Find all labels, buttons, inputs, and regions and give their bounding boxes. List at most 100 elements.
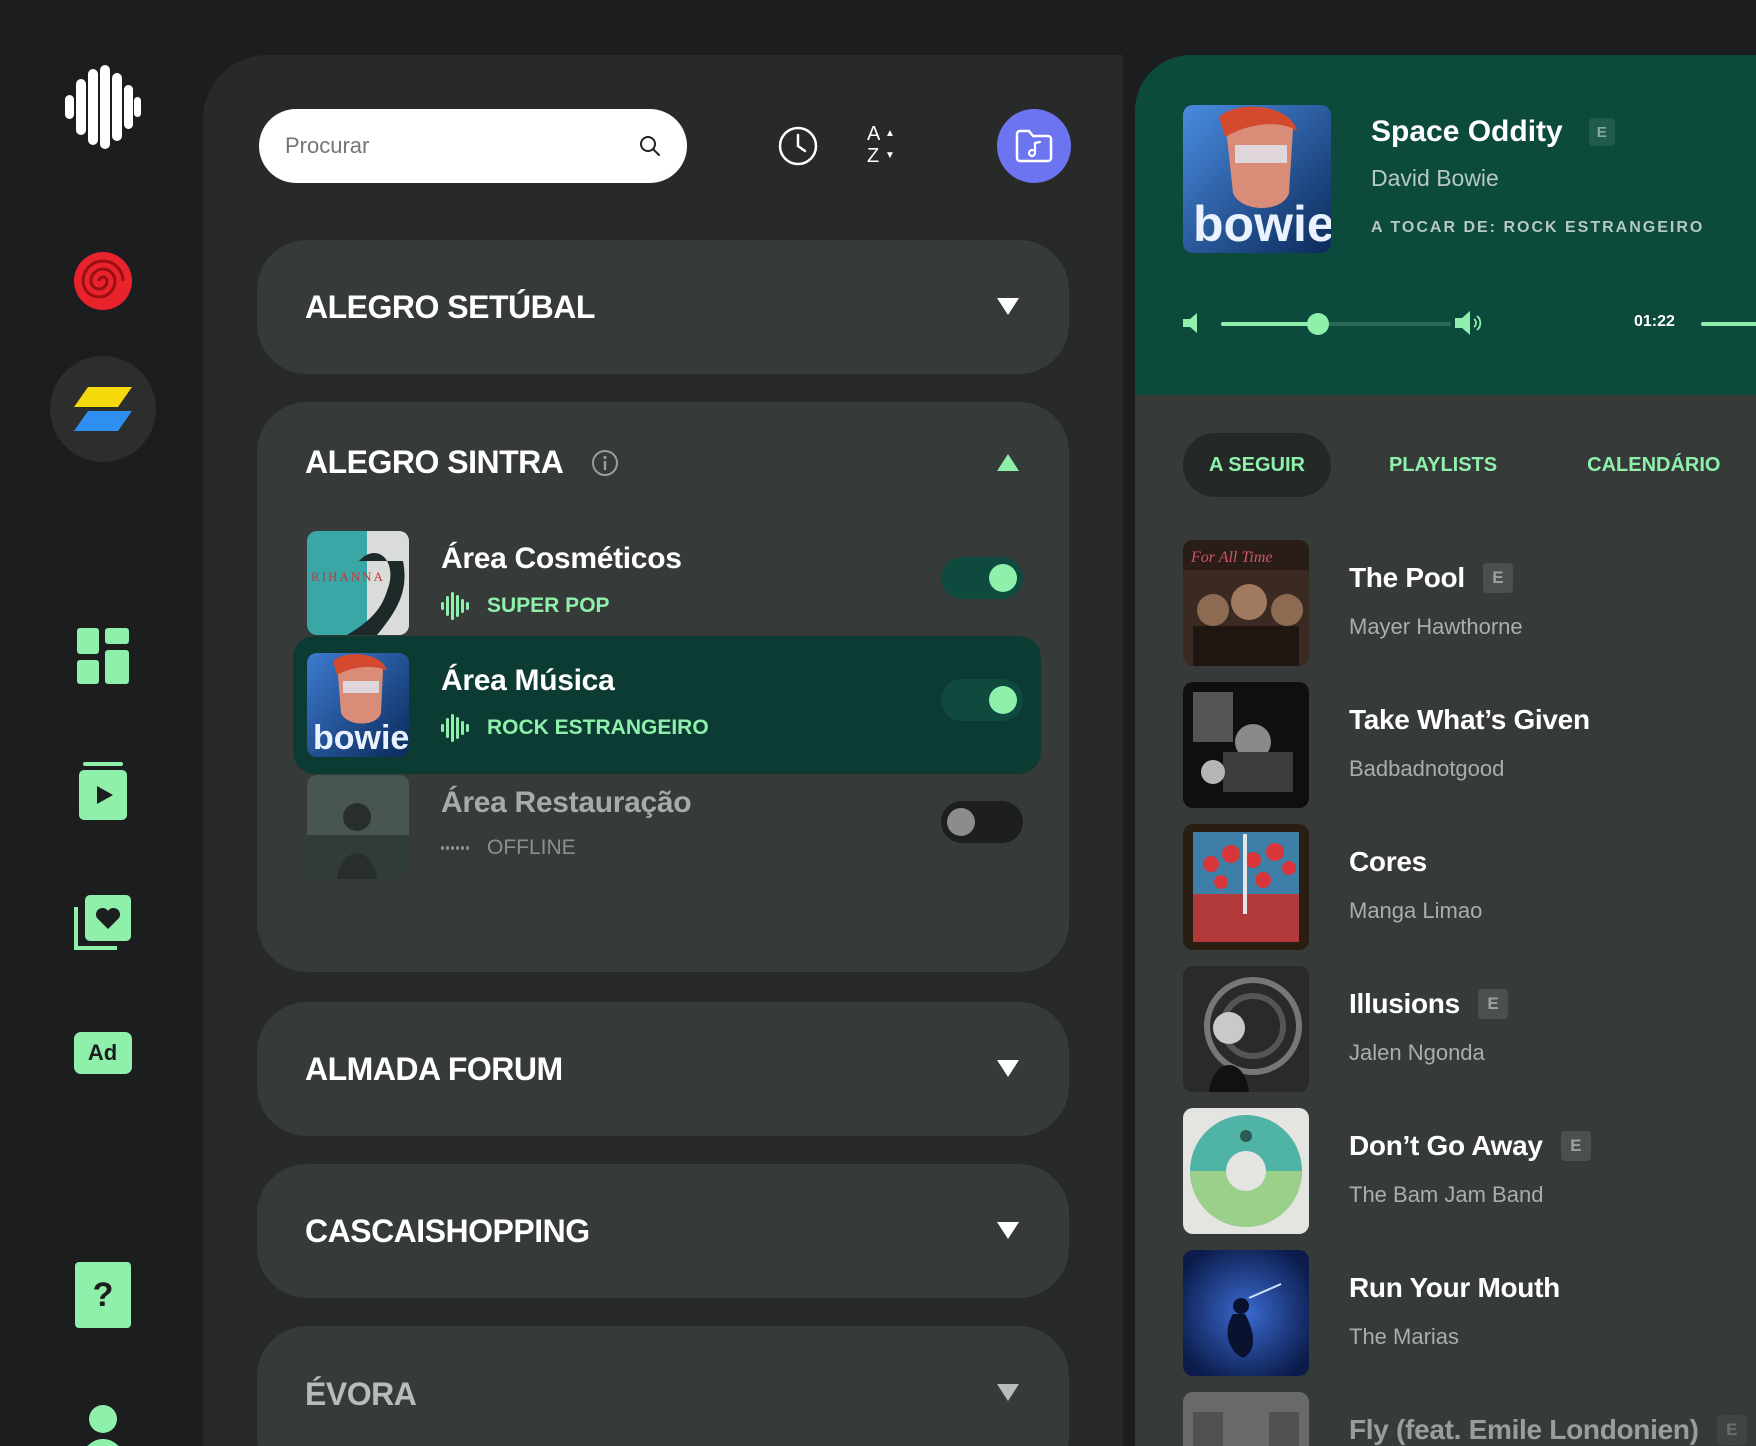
track-title: Fly (feat. Emile Londonien) xyxy=(1349,1414,1699,1445)
zone-name: Área Música xyxy=(441,664,615,697)
svg-text:For All Time: For All Time xyxy=(1190,549,1273,566)
location-card[interactable]: ALEGRO SETÚBAL xyxy=(257,240,1069,374)
zone-playlist: ROCK ESTRANGEIRO xyxy=(487,716,709,739)
track-artist: Mayer Hawthorne xyxy=(1349,614,1523,639)
zone-row-offline[interactable]: Área Restauração OFFLINE xyxy=(293,758,1041,896)
queue-item[interactable]: Cores Manga Limao xyxy=(1183,824,1756,950)
music-folder-icon xyxy=(1015,129,1053,163)
location-name: ALMADA FORUM xyxy=(305,1050,563,1087)
location-card[interactable]: CASCAISHOPPING xyxy=(257,1164,1069,1298)
music-folder-button[interactable] xyxy=(997,109,1071,183)
sidebar: Ad ? xyxy=(0,0,205,1446)
ad-icon[interactable]: Ad xyxy=(73,1032,132,1074)
track-artist: Jalen Ngonda xyxy=(1349,1040,1485,1065)
location-card[interactable]: ÉVORA xyxy=(257,1326,1069,1446)
playlist-play-icon[interactable] xyxy=(78,762,128,820)
zone-toggle[interactable] xyxy=(941,801,1023,843)
tab-calendario[interactable]: CALENDÁRIO xyxy=(1561,433,1746,497)
zone-playlist: OFFLINE xyxy=(487,836,576,859)
explicit-badge: E xyxy=(1477,989,1508,1019)
toggle-knob xyxy=(989,564,1017,592)
zone-toggle[interactable] xyxy=(941,557,1023,599)
zone-row[interactable]: RIHANNA Área Cosméticos SUPER POP xyxy=(293,514,1041,652)
queue-item[interactable]: For All Time The Pool E Mayer Hawthorne xyxy=(1183,540,1756,666)
chevron-down-icon[interactable] xyxy=(997,298,1019,315)
queue-item[interactable]: Run Your Mouth The Marias xyxy=(1183,1250,1756,1376)
lightning-icon[interactable] xyxy=(49,356,156,462)
album-art-bowie: bowie xyxy=(307,653,409,757)
queue-item[interactable]: Illusions E Jalen Ngonda xyxy=(1183,966,1756,1092)
search-input[interactable] xyxy=(285,133,639,159)
queue-item[interactable]: Take What’s Given Badbadnotgood xyxy=(1183,682,1756,808)
explicit-badge: E xyxy=(1716,1415,1747,1445)
album-art-rihanna: RIHANNA xyxy=(307,531,409,635)
location-name: CASCAISHOPPING xyxy=(305,1212,590,1249)
track-artist: Badbadnotgood xyxy=(1349,756,1505,781)
queue-item[interactable]: Don’t Go Away E The Bam Jam Band xyxy=(1183,1108,1756,1234)
album-art xyxy=(1183,1392,1309,1446)
zone-name: Área Restauração xyxy=(441,786,692,819)
brand-waveform-icon[interactable] xyxy=(58,62,148,152)
toggle-knob xyxy=(947,808,975,836)
player-panel: bowie Space Oddity E David Bowie A TOCAR… xyxy=(1135,55,1756,1446)
location-name: ALEGRO SETÚBAL xyxy=(305,288,595,325)
location-name: ALEGRO SINTRA xyxy=(305,444,564,480)
explicit-badge: E xyxy=(1560,1131,1591,1161)
zone-row-active[interactable]: bowie Área Música ROCK ESTRANGEIRO xyxy=(293,636,1041,774)
chevron-up-icon[interactable] xyxy=(997,454,1019,471)
search-bar[interactable] xyxy=(259,109,687,183)
album-art-restauracao xyxy=(307,775,409,879)
queue-item[interactable]: Fly (feat. Emile Londonien) E xyxy=(1183,1392,1756,1446)
zone-toggle[interactable] xyxy=(941,679,1023,721)
search-icon[interactable] xyxy=(639,135,661,157)
track-artist: The Bam Jam Band xyxy=(1349,1182,1544,1207)
clock-icon[interactable] xyxy=(777,125,819,167)
explicit-badge: E xyxy=(1482,563,1513,593)
spiral-icon[interactable] xyxy=(68,246,138,316)
track-title: Don’t Go Away xyxy=(1349,1130,1543,1161)
chevron-down-icon[interactable] xyxy=(997,1060,1019,1077)
now-playing-title: Space Oddity xyxy=(1371,115,1563,148)
sort-top-letter: A xyxy=(867,123,881,145)
now-playing-artist: David Bowie xyxy=(1371,165,1499,191)
chevron-down-icon[interactable] xyxy=(997,1222,1019,1239)
chevron-down-icon[interactable] xyxy=(997,1384,1019,1401)
track-title: Run Your Mouth xyxy=(1349,1272,1560,1303)
dashboard-grid-icon[interactable] xyxy=(76,628,129,684)
playback-time: 01:22 xyxy=(1634,313,1675,330)
now-playing-source: A TOCAR DE: ROCK ESTRANGEIRO xyxy=(1371,219,1705,236)
volume-low-icon[interactable] xyxy=(1181,311,1205,335)
sort-up-icon: ▲ xyxy=(885,128,895,139)
volume-fill xyxy=(1221,322,1318,326)
waveform-icon xyxy=(441,714,469,742)
user-icon[interactable] xyxy=(80,1405,126,1446)
progress-bar[interactable] xyxy=(1701,322,1756,326)
volume-high-icon[interactable] xyxy=(1453,309,1485,337)
zone-name: Área Cosméticos xyxy=(441,542,682,575)
location-card[interactable]: ALMADA FORUM xyxy=(257,1002,1069,1136)
svg-text:RIHANNA: RIHANNA xyxy=(311,569,385,584)
location-name: ÉVORA xyxy=(305,1376,417,1412)
sort-bottom-letter: Z xyxy=(867,145,880,167)
volume-knob[interactable] xyxy=(1306,313,1329,335)
location-card-expanded: ALEGRO SINTRA RIHANNA Área Cosméticos SU… xyxy=(257,402,1069,972)
track-artist: Manga Limao xyxy=(1349,898,1483,923)
volume-slider[interactable] xyxy=(1221,313,1451,335)
album-art: For All Time xyxy=(1183,540,1309,666)
track-title: Take What’s Given xyxy=(1349,704,1590,735)
album-art-text: bowie xyxy=(1193,196,1331,252)
tab-playlists[interactable]: PLAYLISTS xyxy=(1363,433,1523,497)
album-art xyxy=(1183,1108,1309,1234)
album-art xyxy=(1183,966,1309,1092)
waveform-icon xyxy=(441,592,469,620)
sort-az-button[interactable]: A ▲ Z ▼ xyxy=(867,123,907,167)
sort-down-icon: ▼ xyxy=(885,150,895,161)
locations-panel: A ▲ Z ▼ ALEGRO SETÚBAL ALEGRO SINTRA xyxy=(203,55,1123,1446)
tab-a-seguir[interactable]: A SEGUIR xyxy=(1183,433,1331,497)
favorites-heart-icon[interactable] xyxy=(73,893,133,953)
track-title: The Pool xyxy=(1349,562,1465,593)
track-title: Illusions xyxy=(1349,988,1460,1019)
info-icon[interactable] xyxy=(591,449,619,477)
album-art xyxy=(1183,1250,1309,1376)
help-ticket-icon[interactable]: ? xyxy=(74,1262,131,1328)
